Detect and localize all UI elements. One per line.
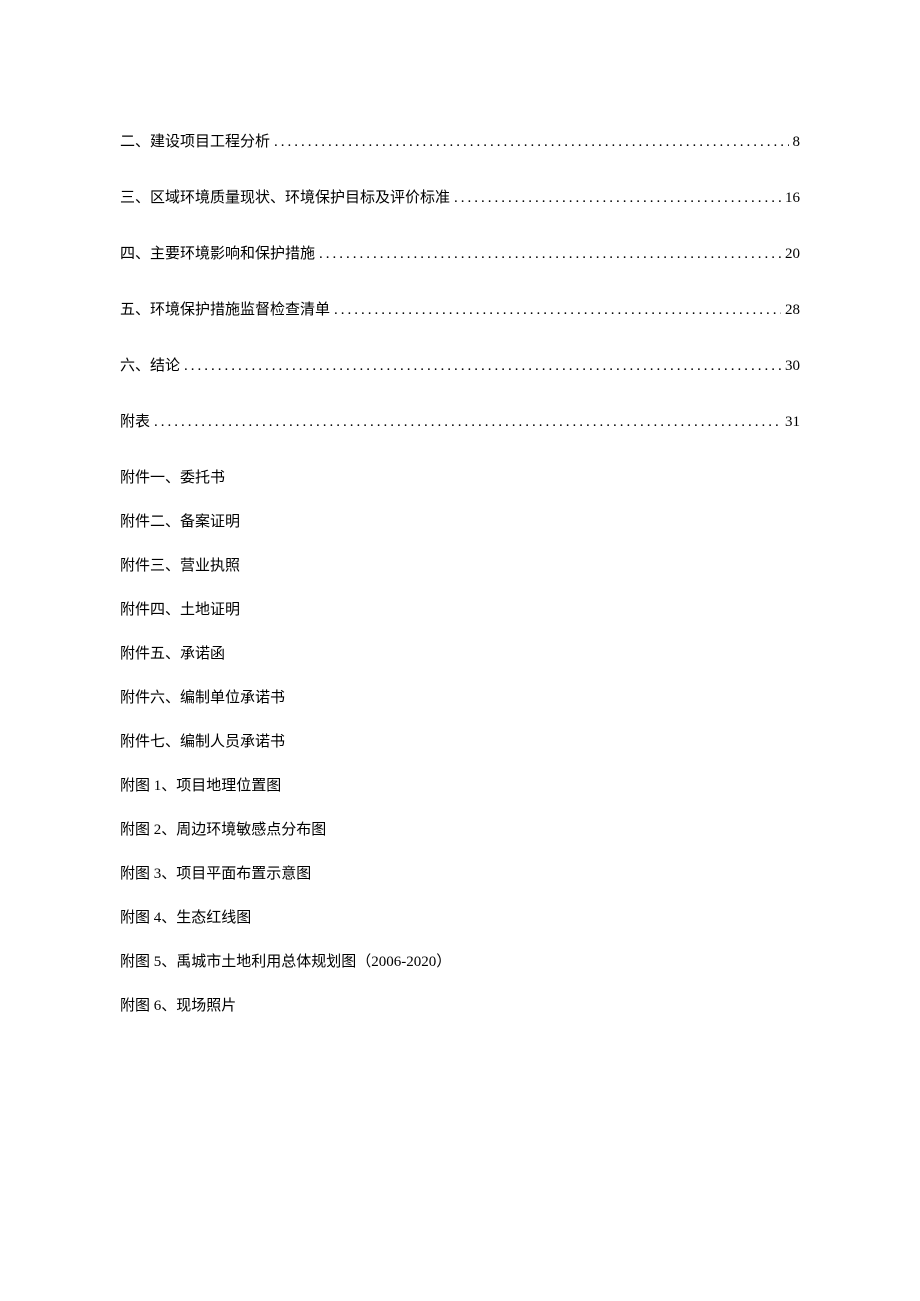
attachment-item: 附图 4、生态红线图 (120, 906, 800, 930)
toc-title: 附表 (120, 410, 150, 434)
attachment-item: 附件四、土地证明 (120, 598, 800, 622)
toc-dots: ........................................… (319, 242, 781, 266)
toc-title: 二、建设项目工程分析 (120, 130, 270, 154)
attachment-item: 附图 1、项目地理位置图 (120, 774, 800, 798)
attachment-list: 附件一、委托书 附件二、备案证明 附件三、营业执照 附件四、土地证明 附件五、承… (120, 466, 800, 1018)
toc-dots: ........................................… (334, 298, 781, 322)
attachment-item: 附件六、编制单位承诺书 (120, 686, 800, 710)
toc-title: 三、区域环境质量现状、环境保护目标及评价标准 (120, 186, 450, 210)
toc-title: 六、结论 (120, 354, 180, 378)
toc-dots: ........................................… (274, 130, 788, 154)
attachment-item: 附图 2、周边环境敏感点分布图 (120, 818, 800, 842)
attachment-item: 附图 5、禹城市土地利用总体规划图（2006-2020） (120, 950, 800, 974)
toc-entry: 三、区域环境质量现状、环境保护目标及评价标准 .................… (120, 186, 800, 210)
attachment-item: 附图 3、项目平面布置示意图 (120, 862, 800, 886)
toc-dots: ........................................… (454, 186, 781, 210)
toc-entry: 附表 .....................................… (120, 410, 800, 434)
toc-dots: ........................................… (154, 410, 781, 434)
table-of-contents: 二、建设项目工程分析 .............................… (120, 130, 800, 434)
toc-page: 31 (785, 410, 800, 434)
attachment-item: 附件七、编制人员承诺书 (120, 730, 800, 754)
toc-title: 五、环境保护措施监督检查清单 (120, 298, 330, 322)
toc-page: 20 (785, 242, 800, 266)
attachment-item: 附件五、承诺函 (120, 642, 800, 666)
toc-page: 16 (785, 186, 800, 210)
toc-page: 28 (785, 298, 800, 322)
toc-entry: 五、环境保护措施监督检查清单 .........................… (120, 298, 800, 322)
toc-entry: 四、主要环境影响和保护措施 ..........................… (120, 242, 800, 266)
attachment-item: 附件一、委托书 (120, 466, 800, 490)
attachment-item: 附件二、备案证明 (120, 510, 800, 534)
toc-page: 8 (793, 130, 801, 154)
attachment-item: 附件三、营业执照 (120, 554, 800, 578)
toc-entry: 二、建设项目工程分析 .............................… (120, 130, 800, 154)
toc-page: 30 (785, 354, 800, 378)
toc-dots: ........................................… (184, 354, 781, 378)
attachment-item: 附图 6、现场照片 (120, 994, 800, 1018)
toc-title: 四、主要环境影响和保护措施 (120, 242, 315, 266)
toc-entry: 六、结论 ...................................… (120, 354, 800, 378)
